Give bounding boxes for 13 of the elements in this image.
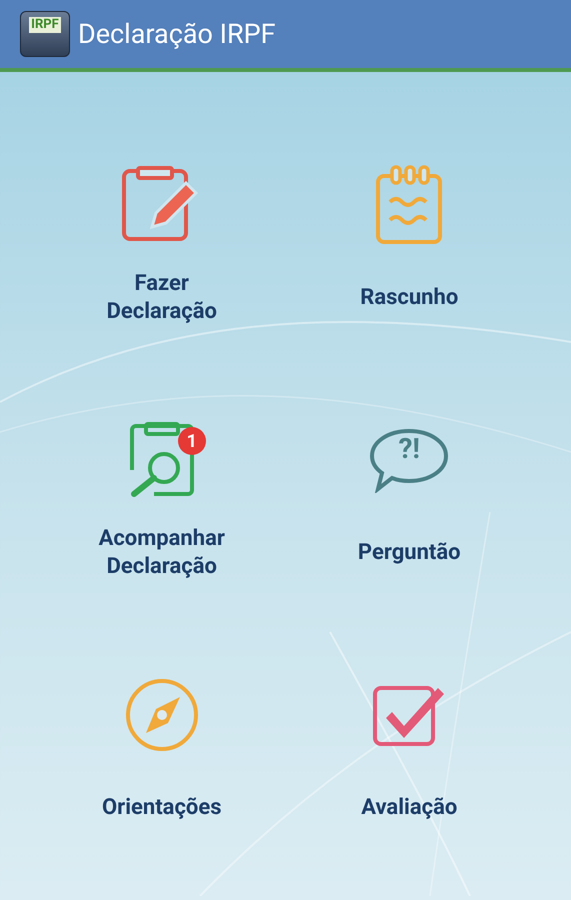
menu-tile[interactable]: Fazer Declaração (38, 150, 286, 405)
speech-bubble-icon: ?! (368, 427, 450, 493)
menu-tile[interactable]: Avaliação (286, 660, 533, 900)
notepad-icon (374, 164, 444, 246)
compass-icon (124, 677, 200, 753)
clipboard-search-icon (128, 422, 196, 498)
menu-tile[interactable]: 1 Acompanhar Declaração (38, 405, 286, 660)
window-title: Declaração IRPF (78, 20, 276, 48)
menu-tile[interactable]: ?! Perguntão (286, 405, 533, 660)
app-logo-icon: IRPF (20, 11, 70, 57)
notification-badge: 1 (178, 427, 206, 455)
menu-tile[interactable]: Orientações (38, 660, 286, 900)
menu-tile[interactable]: Rascunho (286, 150, 533, 405)
